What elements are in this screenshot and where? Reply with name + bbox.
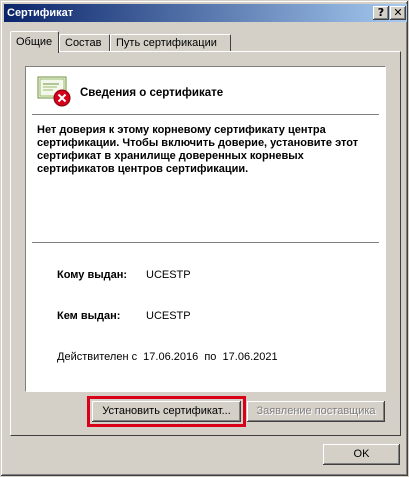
close-icon: ✕ — [393, 6, 403, 19]
help-icon: ? — [377, 6, 385, 19]
issued-to-label: Кому выдан: — [57, 269, 128, 281]
tab-general[interactable]: Общие — [10, 31, 59, 53]
validity-period: Действителен с 17.06.2016 по 17.06.2021 — [57, 351, 278, 363]
general-tab-panel: Сведения о сертификате Нет доверия к это… — [10, 51, 401, 436]
separator — [32, 242, 379, 244]
issued-by-label: Кем выдан: — [57, 310, 121, 322]
issued-to-value: UCESTP — [146, 269, 191, 281]
separator — [32, 114, 379, 116]
title-bar[interactable]: Сертификат ? ✕ — [4, 4, 407, 22]
close-button[interactable]: ✕ — [390, 6, 406, 20]
trust-warning-text: Нет доверия к этому корневому сертификат… — [37, 124, 359, 175]
certificate-info-title: Сведения о сертификате — [80, 87, 224, 99]
window-title: Сертификат — [7, 7, 74, 19]
certificate-window: Сертификат ? ✕ Общие Состав Путь сертифи… — [0, 0, 409, 477]
certificate-error-icon — [37, 76, 71, 107]
install-button-highlight — [87, 396, 246, 427]
tab-details[interactable]: Состав — [59, 34, 110, 52]
help-button[interactable]: ? — [373, 6, 389, 20]
tab-certification-path[interactable]: Путь сертификации — [110, 34, 231, 52]
issued-by-value: UCESTP — [146, 310, 191, 322]
ok-button[interactable]: OK — [323, 444, 400, 465]
issuer-statement-button: Заявление поставщика — [247, 401, 385, 422]
certificate-info-box: Сведения о сертификате Нет доверия к это… — [25, 66, 386, 392]
